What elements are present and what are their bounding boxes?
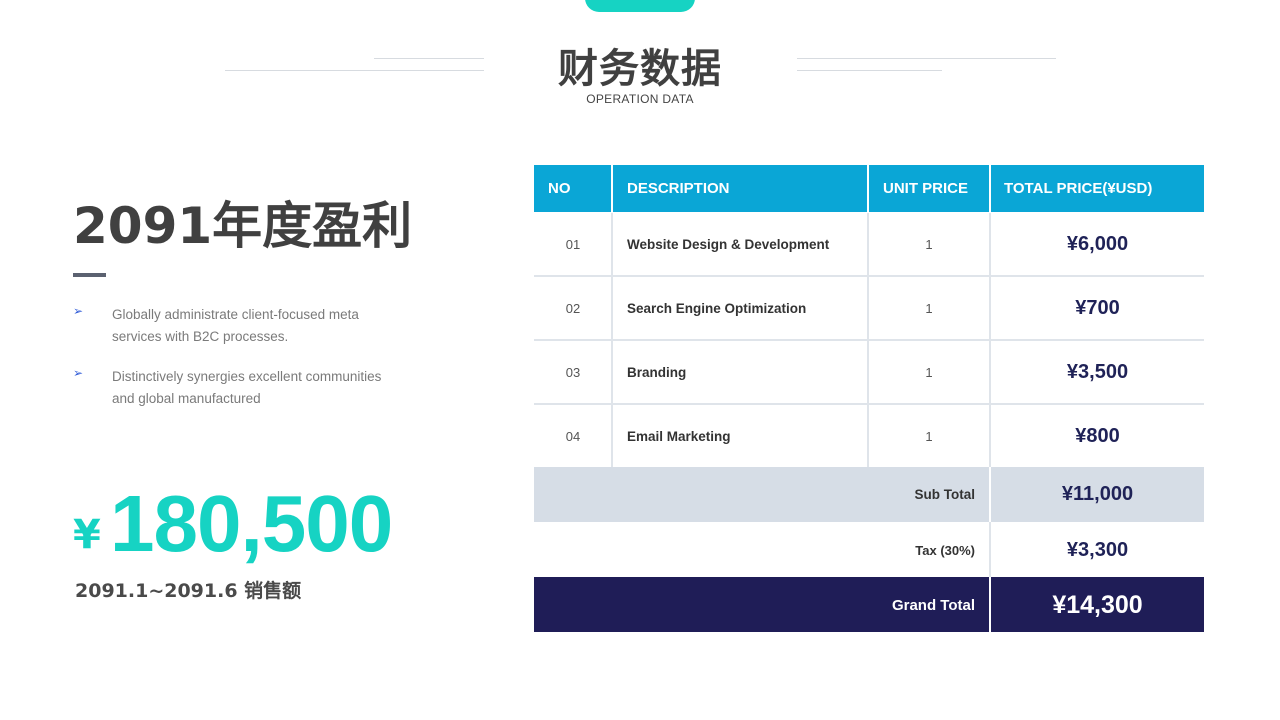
bullet-text: Globally administrate client-focused met… [112,307,359,344]
grand-total-value: ¥14,300 [1052,591,1143,619]
cell-description: Search Engine Optimization [627,300,807,316]
cell-total: ¥700 [1075,296,1120,319]
table-row: 03 Branding 1 ¥3,500 [534,341,1204,405]
divider-bar [73,273,106,277]
cell-total: ¥3,500 [1066,360,1129,383]
year-profit-title: 2091年度盈利 [73,197,413,255]
header-no: NO [548,180,571,197]
table-row: 01 Website Design & Development 1 ¥6,000 [534,213,1204,277]
page-title: 财务数据 [558,46,722,92]
column-divider [611,213,613,467]
cell-description: Branding [627,364,687,380]
cell-description: Email Marketing [627,428,731,444]
top-accent-tab [585,0,695,12]
column-divider [989,213,991,467]
header-total-price: TOTAL PRICE(¥USD) [1004,180,1153,197]
bullet-text: Distinctively synergies excellent commun… [112,369,382,406]
cell-description: Website Design & Development [627,236,830,252]
cell-no: 01 [565,236,581,252]
cell-unit-price: 1 [925,364,933,380]
subtotal-value: ¥11,000 [1061,483,1134,505]
table-row: 04 Email Marketing 1 ¥800 [534,405,1204,469]
cell-no: 02 [565,300,581,316]
amount-value: 180,500 [110,479,393,568]
cell-no: 03 [565,364,581,380]
currency-symbol: ¥ [73,512,101,558]
subtotal-label: Sub Total [914,487,976,502]
header-divider [867,165,869,212]
tax-label: Tax (30%) [915,543,975,558]
cell-unit-price: 1 [925,236,933,252]
cell-total: ¥6,000 [1066,232,1129,255]
header-divider [989,165,991,212]
arrow-bullet-icon: ➢ [73,366,84,380]
column-divider [867,213,869,467]
page-subtitle: OPERATION DATA [586,92,694,106]
tax-row: Tax (30%) ¥3,300 [534,522,1204,577]
header-description: DESCRIPTION [627,180,730,197]
table-header: NO DESCRIPTION UNIT PRICE TOTAL PRICE(¥U… [534,165,1204,212]
cell-unit-price: 1 [925,300,933,316]
grand-total-row: Grand Total ¥14,300 [534,577,1204,632]
cell-no: 04 [565,428,581,444]
amount-caption: 2091.1~2091.6 销售额 [75,580,302,602]
table-row: 02 Search Engine Optimization 1 ¥700 [534,277,1204,341]
tax-value: ¥3,300 [1066,539,1129,561]
cell-total: ¥800 [1075,424,1120,447]
arrow-bullet-icon: ➢ [73,304,84,318]
grand-total-label: Grand Total [891,597,975,614]
cell-unit-price: 1 [925,428,933,444]
subtotal-row: Sub Total ¥11,000 [534,467,1204,522]
header-unit-price: UNIT PRICE [883,180,969,197]
header-divider [611,165,613,212]
